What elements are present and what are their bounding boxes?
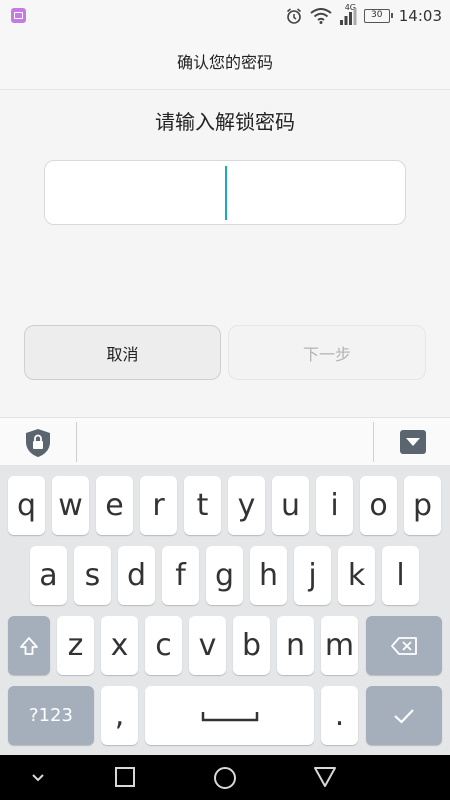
- key-x[interactable]: x: [101, 616, 138, 675]
- key-z[interactable]: z: [57, 616, 94, 675]
- back-icon[interactable]: [313, 766, 337, 788]
- key-m[interactable]: m: [321, 616, 358, 675]
- key-u[interactable]: u: [272, 476, 309, 535]
- status-bar: 4G 30 14:03: [0, 0, 450, 32]
- gallery-notification-icon: [11, 8, 26, 23]
- key-t[interactable]: t: [184, 476, 221, 535]
- keyboard-toolbar: [0, 417, 450, 465]
- text-cursor: [225, 166, 227, 220]
- backspace-key[interactable]: [366, 616, 442, 675]
- done-key[interactable]: [366, 686, 442, 745]
- space-bar-icon: [201, 711, 258, 721]
- key-a[interactable]: a: [30, 546, 67, 605]
- navigation-bar: [0, 755, 450, 800]
- key-e[interactable]: e: [96, 476, 133, 535]
- battery-icon: 30: [363, 9, 393, 23]
- key-comma[interactable]: ,: [101, 686, 138, 745]
- check-icon: [394, 708, 414, 724]
- home-icon[interactable]: [213, 766, 237, 790]
- backspace-icon: [391, 636, 417, 655]
- shift-key[interactable]: [8, 616, 50, 675]
- status-time: 14:03: [398, 7, 442, 25]
- key-s[interactable]: s: [74, 546, 111, 605]
- toolbar-divider: [76, 422, 77, 462]
- recent-apps-icon[interactable]: [114, 766, 136, 788]
- key-o[interactable]: o: [360, 476, 397, 535]
- key-q[interactable]: q: [8, 476, 45, 535]
- key-c[interactable]: c: [145, 616, 182, 675]
- key-period[interactable]: .: [321, 686, 358, 745]
- cancel-button[interactable]: 取消: [24, 325, 221, 380]
- space-key[interactable]: [145, 686, 314, 745]
- key-r[interactable]: r: [140, 476, 177, 535]
- secure-keyboard-shield-icon[interactable]: [24, 428, 52, 458]
- alarm-icon: [285, 7, 303, 25]
- hide-keyboard-icon[interactable]: [400, 430, 426, 454]
- key-h[interactable]: h: [250, 546, 287, 605]
- key-p[interactable]: p: [404, 476, 441, 535]
- password-prompt: 请输入解锁密码: [155, 110, 295, 134]
- password-input[interactable]: [44, 160, 406, 225]
- key-d[interactable]: d: [118, 546, 155, 605]
- key-b[interactable]: b: [233, 616, 270, 675]
- key-y[interactable]: y: [228, 476, 265, 535]
- page-title: 确认您的密码: [176, 52, 273, 72]
- key-i[interactable]: i: [316, 476, 353, 535]
- chevron-down-icon[interactable]: [30, 770, 46, 784]
- key-v[interactable]: v: [189, 616, 226, 675]
- key-g[interactable]: g: [206, 546, 243, 605]
- key-f[interactable]: f: [162, 546, 199, 605]
- key-k[interactable]: k: [338, 546, 375, 605]
- symbols-key[interactable]: ?123: [8, 686, 94, 745]
- key-n[interactable]: n: [277, 616, 314, 675]
- toolbar-divider: [373, 422, 374, 462]
- key-l[interactable]: l: [382, 546, 419, 605]
- key-w[interactable]: w: [52, 476, 89, 535]
- shift-icon: [20, 636, 38, 655]
- key-j[interactable]: j: [294, 546, 331, 605]
- battery-level: 30: [371, 10, 383, 20]
- title-bar: 确认您的密码: [0, 32, 450, 90]
- wifi-icon: [310, 8, 332, 24]
- keyboard: q w e r t y u i o p a s d f g h j k l z …: [0, 465, 450, 755]
- signal-icon: [339, 7, 357, 25]
- next-button[interactable]: 下一步: [228, 325, 426, 380]
